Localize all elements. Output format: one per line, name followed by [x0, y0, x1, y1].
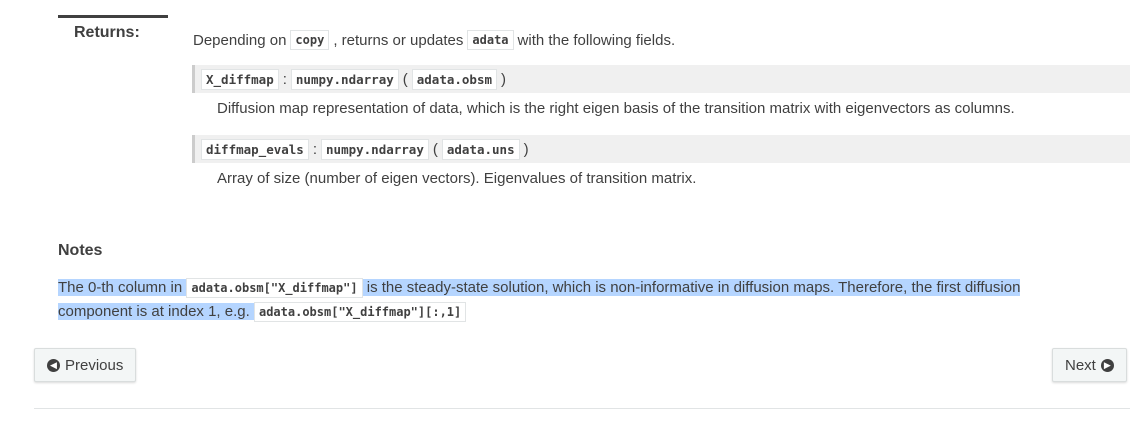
field-paren-open: ( — [432, 140, 438, 158]
field-name: diffmap_evals — [201, 138, 309, 160]
returns-desc-mid: , returns or updates — [333, 31, 464, 49]
field-location: adata.uns — [441, 138, 520, 160]
notes-heading: Notes — [58, 242, 103, 259]
next-label: Next — [1065, 356, 1096, 374]
returns-desc-suffix: with the following fields. — [517, 31, 676, 49]
returns-label: Returns: — [74, 24, 140, 41]
field-type: numpy.ndarray — [290, 68, 399, 90]
field-paren-close: ) — [501, 70, 507, 88]
adata-code: adata — [467, 30, 514, 50]
notes-text-1-content: The 0-th column in — [58, 279, 183, 296]
field-paren-close: ) — [523, 140, 529, 158]
notes-paragraph: The 0-th column in adata.obsm["X_diffmap… — [58, 276, 1098, 324]
previous-button[interactable]: ◀ Previous — [34, 348, 137, 382]
field-description-x-diffmap: Diffusion map representation of data, wh… — [217, 100, 1015, 117]
next-button[interactable]: Next ▶ — [1052, 348, 1127, 382]
field-colon: : — [282, 70, 287, 88]
arrow-circle-left-icon: ◀ — [47, 358, 60, 372]
field-type: numpy.ndarray — [321, 138, 429, 160]
field-signature-x-diffmap: X_diffmap : numpy.ndarray ( adata.obsm ) — [192, 65, 1130, 93]
copy-code: copy — [290, 30, 330, 50]
field-signature-diffmap-evals: diffmap_evals : numpy.ndarray ( adata.un… — [192, 135, 1130, 163]
field-location: adata.obsm — [411, 68, 498, 90]
notes-text-1: The 0-th column in adata.obsm["X_diffmap… — [58, 278, 1021, 322]
previous-label: Previous — [65, 356, 124, 374]
field-colon: : — [312, 140, 318, 158]
notes-code-2: adata.obsm["X_diffmap"][:,1] — [253, 302, 467, 322]
footer-divider — [34, 408, 1130, 409]
notes-code-1: adata.obsm["X_diffmap"] — [186, 278, 363, 298]
field-paren-open: ( — [402, 70, 408, 88]
returns-divider — [58, 15, 168, 18]
field-description-diffmap-evals: Array of size (number of eigen vectors).… — [217, 170, 697, 187]
arrow-circle-right-icon: ▶ — [1100, 358, 1114, 372]
returns-description: Depending on copy , returns or updates a… — [193, 30, 675, 50]
field-name: X_diffmap — [201, 68, 279, 90]
returns-desc-prefix: Depending on — [193, 31, 287, 49]
